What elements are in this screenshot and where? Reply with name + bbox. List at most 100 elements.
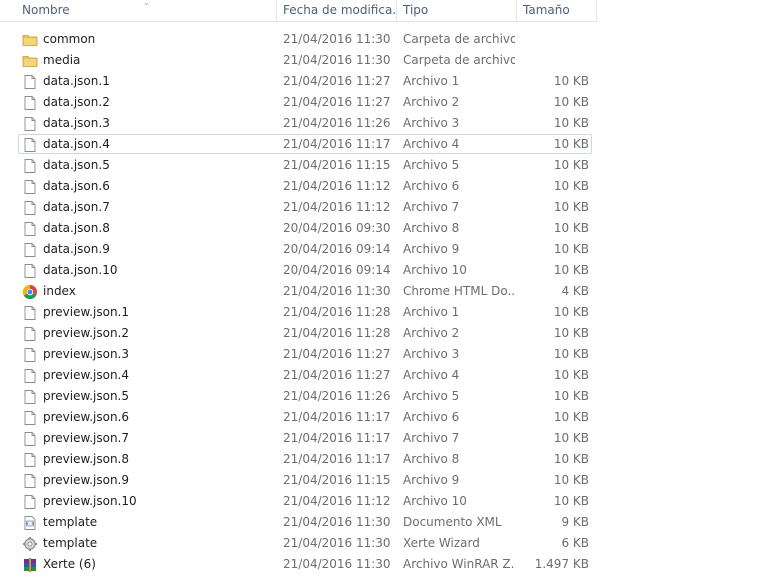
file-icon (24, 306, 36, 320)
chrome-icon (22, 281, 40, 302)
file-icon (24, 138, 36, 152)
file-row-4[interactable]: data.json.2 21/04/2016 11:27 a... Archiv… (0, 92, 598, 113)
file-name: preview.json.3 (43, 347, 129, 361)
file-icon (24, 201, 36, 215)
file-row-23[interactable]: preview.json.10 21/04/2016 11:12 a... Ar… (0, 491, 598, 512)
file-icon (22, 323, 40, 344)
file-row-3[interactable]: data.json.1 21/04/2016 11:27 a... Archiv… (0, 71, 598, 92)
file-type: Archivo 3 (403, 347, 460, 361)
file-size: 10 KB (553, 494, 589, 508)
file-icon (22, 197, 40, 218)
xml-file-icon (22, 512, 40, 533)
file-date: 21/04/2016 11:30 a... (283, 53, 395, 67)
file-date: 20/04/2016 09:14 a... (283, 242, 395, 256)
file-row-17[interactable]: preview.json.4 21/04/2016 11:27 a... Arc… (0, 365, 598, 386)
file-name: data.json.1 (43, 74, 110, 88)
file-row-5[interactable]: data.json.3 21/04/2016 11:26 a... Archiv… (0, 113, 598, 134)
file-row-16[interactable]: preview.json.3 21/04/2016 11:27 a... Arc… (0, 344, 598, 365)
file-date: 21/04/2016 11:30 a... (283, 32, 395, 46)
file-type: Archivo 5 (403, 389, 460, 403)
file-row-20[interactable]: preview.json.7 21/04/2016 11:17 a... Arc… (0, 428, 598, 449)
file-size: 10 KB (553, 431, 589, 445)
file-size: 4 KB (561, 284, 589, 298)
file-size: 10 KB (553, 74, 589, 88)
file-size (520, 29, 589, 50)
file-icon (24, 264, 36, 278)
file-name: data.json.7 (43, 200, 110, 214)
column-header-bar: Nombre ⌄ Fecha de modifica... Tipo Tamañ… (0, 0, 598, 22)
file-name: data.json.3 (43, 116, 110, 130)
file-icon (24, 432, 36, 446)
file-size: 1.497 KB (534, 557, 589, 571)
file-row-9[interactable]: data.json.7 21/04/2016 11:12 a... Archiv… (0, 197, 598, 218)
file-row-13[interactable]: index 21/04/2016 11:30 a... Chrome HTML … (0, 281, 598, 302)
file-row-7[interactable]: data.json.5 21/04/2016 11:15 a... Archiv… (0, 155, 598, 176)
file-icon (22, 365, 40, 386)
file-name: preview.json.9 (43, 473, 129, 487)
file-type: Archivo 2 (403, 95, 460, 109)
file-row-15[interactable]: preview.json.2 21/04/2016 11:28 a... Arc… (0, 323, 598, 344)
file-icon (22, 218, 40, 239)
file-row-12[interactable]: data.json.10 20/04/2016 09:14 a... Archi… (0, 260, 598, 281)
file-type: Documento XML (403, 515, 502, 529)
chrome-icon (23, 285, 37, 299)
file-size: 10 KB (553, 242, 589, 256)
file-type: Archivo 1 (403, 305, 460, 319)
file-name: Xerte (6) (43, 557, 96, 571)
file-row-19[interactable]: preview.json.6 21/04/2016 11:17 a... Arc… (0, 407, 598, 428)
file-date: 21/04/2016 11:27 a... (283, 74, 395, 88)
file-type: Archivo 6 (403, 179, 460, 193)
file-row-6[interactable]: data.json.4 21/04/2016 11:17 a... Archiv… (0, 134, 598, 155)
file-icon (22, 134, 40, 155)
file-size: 10 KB (553, 473, 589, 487)
file-date: 21/04/2016 11:26 a... (283, 116, 395, 130)
file-icon (22, 302, 40, 323)
file-row-2[interactable]: media 21/04/2016 11:30 a... Carpeta de a… (0, 50, 598, 71)
file-row-24[interactable]: template 21/04/2016 11:30 a... Documento… (0, 512, 598, 533)
folder-icon (22, 50, 40, 71)
file-size: 10 KB (553, 305, 589, 319)
column-header-date[interactable]: Fecha de modifica... (277, 0, 397, 21)
file-row-21[interactable]: preview.json.8 21/04/2016 11:17 a... Arc… (0, 449, 598, 470)
file-row-25[interactable]: template 21/04/2016 11:30 a... Xerte Wiz… (0, 533, 598, 554)
file-name: preview.json.10 (43, 494, 137, 508)
file-type: Archivo 9 (403, 473, 460, 487)
file-size: 10 KB (553, 137, 589, 151)
file-icon (24, 453, 36, 467)
file-icon (22, 386, 40, 407)
file-name: preview.json.6 (43, 410, 129, 424)
file-date: 21/04/2016 11:17 a... (283, 452, 395, 466)
sort-arrow-icon: ⌄ (143, 0, 150, 7)
file-type: Archivo WinRAR Z... (403, 557, 515, 571)
file-name: data.json.6 (43, 179, 110, 193)
file-row-11[interactable]: data.json.9 20/04/2016 09:14 a... Archiv… (0, 239, 598, 260)
file-name: preview.json.7 (43, 431, 129, 445)
file-size: 6 KB (561, 536, 589, 550)
file-date: 21/04/2016 11:26 a... (283, 389, 395, 403)
file-icon (24, 390, 36, 404)
file-icon (24, 495, 36, 509)
file-row-1[interactable]: common 21/04/2016 11:30 a... Carpeta de … (0, 29, 598, 50)
file-row-22[interactable]: preview.json.9 21/04/2016 11:15 a... Arc… (0, 470, 598, 491)
file-date: 21/04/2016 11:27 a... (283, 347, 395, 361)
file-date: 21/04/2016 11:15 a... (283, 158, 395, 172)
file-icon (22, 176, 40, 197)
file-type: Archivo 7 (403, 200, 460, 214)
column-header-type[interactable]: Tipo (397, 0, 517, 21)
file-name: template (43, 515, 98, 529)
column-header-size[interactable]: Tamaño (517, 0, 597, 21)
file-row-10[interactable]: data.json.8 20/04/2016 09:30 a... Archiv… (0, 218, 598, 239)
file-name: preview.json.4 (43, 368, 129, 382)
file-row-18[interactable]: preview.json.5 21/04/2016 11:26 a... Arc… (0, 386, 598, 407)
file-type: Archivo 6 (403, 410, 460, 424)
gear-file-icon (22, 533, 40, 554)
gear-file-icon (23, 537, 37, 551)
file-type: Archivo 8 (403, 452, 460, 466)
file-size: 10 KB (553, 326, 589, 340)
file-icon (22, 344, 40, 365)
file-row-14[interactable]: preview.json.1 21/04/2016 11:28 a... Arc… (0, 302, 598, 323)
file-type: Archivo 9 (403, 242, 460, 256)
file-row-8[interactable]: data.json.6 21/04/2016 11:12 a... Archiv… (0, 176, 598, 197)
file-name: preview.json.2 (43, 326, 129, 340)
file-row-26[interactable]: Xerte (6) 21/04/2016 11:30 a... Archivo … (0, 554, 598, 575)
